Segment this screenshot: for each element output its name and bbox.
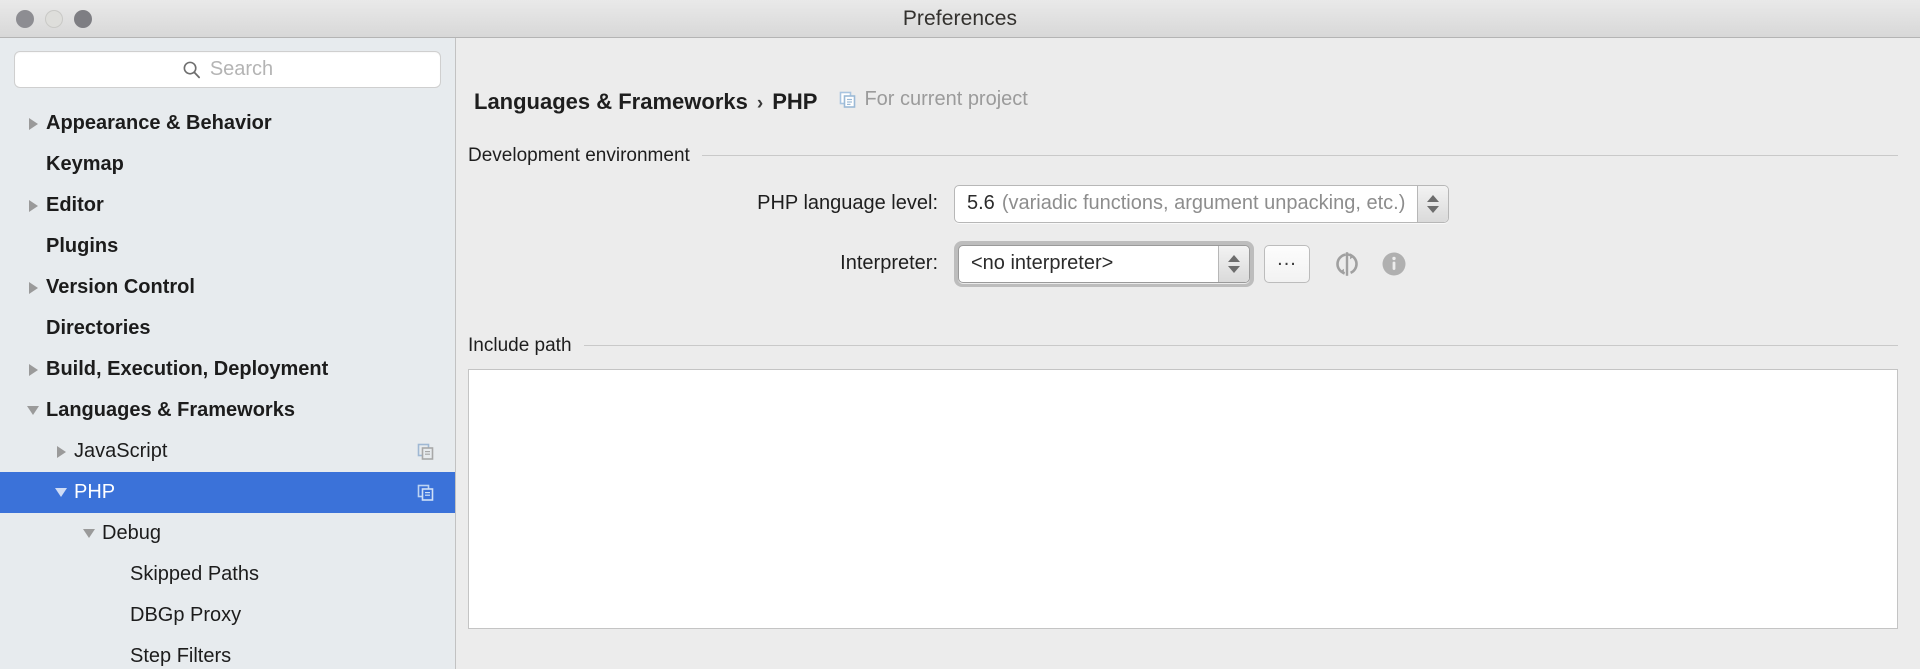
include-path-title: Include path — [468, 335, 572, 357]
include-path-header: Include path — [468, 335, 1898, 357]
interpreter-stepper[interactable] — [1218, 246, 1249, 282]
include-path-list[interactable] — [468, 369, 1898, 629]
interpreter-combobox[interactable]: <no interpreter> — [958, 245, 1250, 283]
development-environment-title: Development environment — [468, 145, 690, 167]
chevron-right-icon[interactable] — [20, 282, 46, 294]
breadcrumb-separator-icon: › — [757, 93, 763, 115]
settings-sidebar: Search Appearance & Behavior Keymap Editor… — [0, 38, 456, 669]
interpreter-value: <no interpreter> — [959, 246, 1218, 282]
search-placeholder: Search — [210, 58, 273, 81]
php-language-level-value: 5.6 (variadic functions, argument unpack… — [955, 186, 1417, 222]
sidebar-item-label: PHP — [74, 481, 115, 504]
interpreter-label: Interpreter: — [468, 252, 954, 275]
section-divider — [702, 155, 1898, 156]
php-language-level-stepper[interactable] — [1417, 186, 1448, 222]
chevron-right-icon[interactable] — [20, 200, 46, 212]
sidebar-item-label: Build, Execution, Deployment — [46, 358, 328, 381]
breadcrumb-current: PHP — [772, 89, 817, 115]
sidebar-item-debug[interactable]: Debug — [0, 513, 455, 554]
sidebar-item-label: DBGp Proxy — [130, 604, 241, 627]
sidebar-item-label: Keymap — [46, 153, 124, 176]
sidebar-item-label: JavaScript — [74, 440, 167, 463]
sidebar-item-label: Directories — [46, 317, 151, 340]
chevron-up-icon — [1427, 195, 1439, 202]
sidebar-item-skipped-paths[interactable]: Skipped Paths — [0, 554, 455, 595]
sidebar-item-label: Debug — [102, 522, 161, 545]
settings-detail-pane: Languages & Frameworks › PHP For current… — [456, 38, 1920, 669]
project-scope-label: For current project — [864, 88, 1027, 111]
sidebar-item-build-execution-deployment[interactable]: Build, Execution, Deployment — [0, 349, 455, 390]
interpreter-browse-button[interactable]: ... — [1264, 245, 1310, 283]
search-container: Search — [0, 38, 455, 100]
interpreter-row: Interpreter: <no interpreter> ... — [468, 241, 1898, 287]
project-scope-icon — [417, 443, 435, 461]
sidebar-item-label: Languages & Frameworks — [46, 399, 295, 422]
chevron-right-icon[interactable] — [48, 446, 74, 458]
settings-tree: Appearance & Behavior Keymap Editor Plugins… — [0, 100, 455, 669]
preferences-window: Preferences Search Appearance & Behavior… — [0, 0, 1920, 669]
window-body: Search Appearance & Behavior Keymap Editor… — [0, 38, 1920, 669]
chevron-right-icon[interactable] — [20, 364, 46, 376]
chevron-down-icon[interactable] — [48, 488, 74, 497]
project-scope-note: For current project — [839, 88, 1027, 111]
include-path-section: Include path — [468, 335, 1920, 629]
project-scope-icon — [417, 484, 435, 502]
sidebar-item-appearance-behavior[interactable]: Appearance & Behavior — [0, 103, 455, 144]
php-language-level-combobox[interactable]: 5.6 (variadic functions, argument unpack… — [954, 185, 1449, 223]
chevron-down-icon — [1427, 206, 1439, 213]
project-scope-icon — [839, 91, 857, 109]
info-icon — [1380, 250, 1408, 278]
sidebar-item-editor[interactable]: Editor — [0, 185, 455, 226]
sidebar-item-javascript[interactable]: JavaScript — [0, 431, 455, 472]
interpreter-combobox-focus-ring: <no interpreter> — [954, 241, 1254, 287]
sidebar-item-keymap[interactable]: Keymap — [0, 144, 455, 185]
section-divider — [584, 345, 1898, 346]
php-language-level-row: PHP language level: 5.6 (variadic functi… — [468, 185, 1898, 223]
chevron-right-icon[interactable] — [20, 118, 46, 130]
sidebar-item-php[interactable]: PHP — [0, 472, 455, 513]
window-title: Preferences — [0, 7, 1920, 31]
chevron-up-icon — [1228, 255, 1240, 262]
breadcrumb: Languages & Frameworks › PHP For current… — [456, 38, 1920, 115]
interpreter-refresh-button[interactable] — [1332, 249, 1362, 279]
sidebar-item-label: Editor — [46, 194, 104, 217]
sidebar-item-label: Appearance & Behavior — [46, 112, 272, 135]
development-environment-section: Development environment PHP language lev… — [468, 145, 1920, 287]
search-input[interactable]: Search — [14, 51, 441, 88]
interpreter-info-button[interactable] — [1380, 250, 1408, 278]
sidebar-item-step-filters[interactable]: Step Filters — [0, 636, 455, 669]
php-language-level-version: 5.6 — [967, 192, 995, 215]
refresh-icon — [1332, 249, 1362, 279]
chevron-down-icon[interactable] — [20, 406, 46, 415]
sidebar-item-label: Plugins — [46, 235, 118, 258]
breadcrumb-parent[interactable]: Languages & Frameworks — [474, 89, 748, 115]
sidebar-item-dbgp-proxy[interactable]: DBGp Proxy — [0, 595, 455, 636]
chevron-down-icon[interactable] — [76, 529, 102, 538]
sidebar-item-label: Skipped Paths — [130, 563, 259, 586]
sidebar-item-label: Step Filters — [130, 645, 231, 668]
development-environment-header: Development environment — [468, 145, 1898, 167]
chevron-down-icon — [1228, 266, 1240, 273]
sidebar-item-plugins[interactable]: Plugins — [0, 226, 455, 267]
window-titlebar: Preferences — [0, 0, 1920, 38]
sidebar-item-directories[interactable]: Directories — [0, 308, 455, 349]
sidebar-item-languages-frameworks[interactable]: Languages & Frameworks — [0, 390, 455, 431]
php-language-level-label: PHP language level: — [468, 192, 954, 215]
search-icon — [182, 60, 201, 79]
php-language-level-detail: (variadic functions, argument unpacking,… — [1002, 192, 1406, 215]
sidebar-item-version-control[interactable]: Version Control — [0, 267, 455, 308]
sidebar-item-label: Version Control — [46, 276, 195, 299]
